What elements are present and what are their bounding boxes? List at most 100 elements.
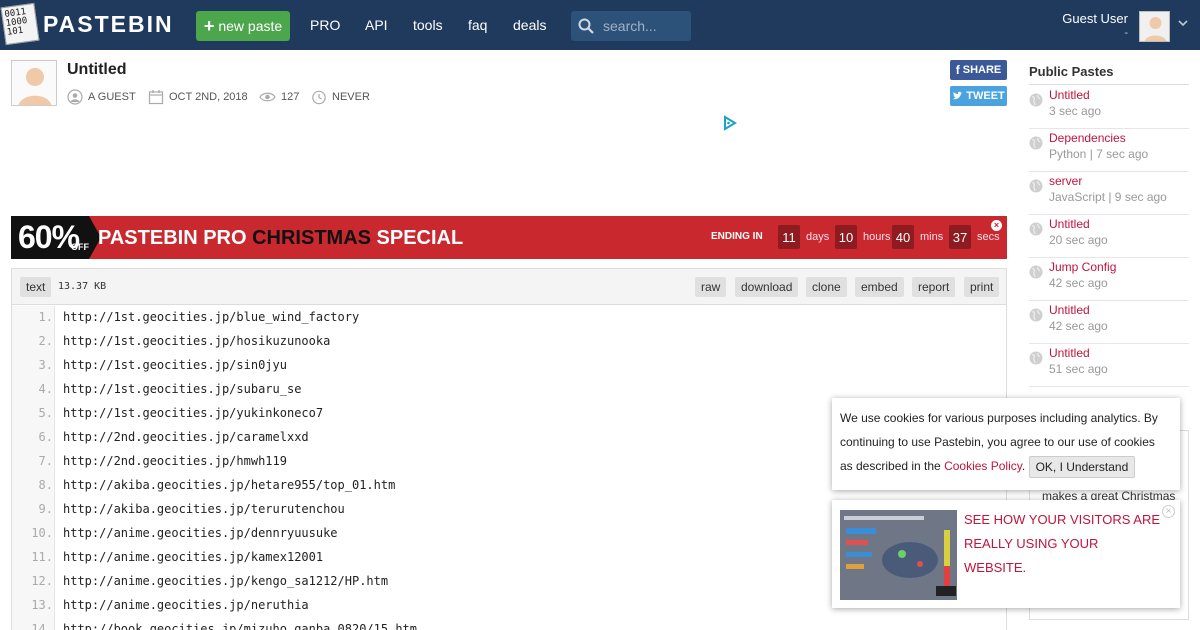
share-label: SHARE <box>962 64 1002 76</box>
public-paste-item[interactable]: Dependencies Python | 7 sec ago <box>1029 129 1189 172</box>
tweet-button[interactable]: TWEET <box>950 86 1007 106</box>
line-number: 2. <box>38 334 53 348</box>
embed-button[interactable]: embed <box>855 277 904 297</box>
public-paste-title[interactable]: Jump Config <box>1049 260 1116 274</box>
close-icon[interactable]: × <box>1162 505 1175 518</box>
clock-icon <box>312 90 326 105</box>
countdown-mins-value: 40 <box>892 225 914 249</box>
public-paste-title[interactable]: Untitled <box>1049 303 1090 317</box>
user-subtitle: - <box>1124 27 1128 39</box>
globe-icon <box>1029 179 1043 193</box>
download-button[interactable]: download <box>735 277 799 297</box>
pastebin-logo-icon[interactable]: 0011 1000 101 <box>0 2 40 46</box>
eye-icon <box>259 92 276 102</box>
countdown-mins-unit: mins <box>920 231 944 243</box>
public-paste-item[interactable]: Untitled 51 sec ago <box>1029 344 1189 387</box>
ad-popup[interactable]: SEE HOW YOUR VISITORS ARE REALLY USING Y… <box>832 500 1180 608</box>
paste-author-avatar <box>11 60 57 106</box>
line-content: http://anime.geocities.jp/dennryuusuke <box>63 526 338 540</box>
public-paste-meta: JavaScript | 9 sec ago <box>1049 190 1167 204</box>
ending-in-label: ENDING IN <box>711 231 763 242</box>
new-paste-label: new paste <box>218 18 283 34</box>
public-paste-meta: 20 sec ago <box>1049 233 1108 247</box>
paste-date-meta: OCT 2ND, 2018 <box>148 88 248 106</box>
print-button[interactable]: print <box>964 277 1000 297</box>
line-number: 3. <box>38 358 53 372</box>
chevron-down-icon[interactable] <box>1177 17 1189 29</box>
paste-expiry: NEVER <box>332 91 370 103</box>
logo-bits-row-3: 101 <box>6 25 24 38</box>
facebook-share-button[interactable]: f SHARE <box>950 60 1007 80</box>
twitter-icon <box>953 91 963 100</box>
line-number: 5. <box>38 406 53 420</box>
line-content: http://anime.geocities.jp/kengo_sa1212/H… <box>63 574 389 588</box>
line-content: http://1st.geocities.jp/subaru_se <box>63 382 302 396</box>
ad-headline[interactable]: SEE HOW YOUR VISITORS ARE REALLY USING Y… <box>964 508 1164 580</box>
public-paste-item[interactable]: Untitled 3 sec ago <box>1029 86 1189 129</box>
public-paste-title[interactable]: Untitled <box>1049 346 1090 360</box>
line-content: http://1st.geocities.jp/sin0jyu <box>63 358 287 372</box>
new-paste-button[interactable]: + new paste <box>196 11 290 41</box>
adchoices-icon[interactable] <box>722 115 738 131</box>
search-box <box>571 11 691 41</box>
syntax-badge[interactable]: text <box>20 277 52 297</box>
public-paste-item[interactable]: Untitled 42 sec ago <box>1029 301 1189 344</box>
cookie-accept-button[interactable]: OK, I Understand <box>1028 455 1136 478</box>
countdown-secs-unit: secs <box>977 231 1000 243</box>
globe-icon <box>1029 93 1043 107</box>
paste-title: Untitled <box>67 61 127 78</box>
public-paste-meta: 51 sec ago <box>1049 362 1108 376</box>
line-number: 6. <box>38 430 53 444</box>
globe-icon <box>1029 265 1043 279</box>
cookie-consent-popup: We use cookies for various purposes incl… <box>832 398 1180 490</box>
paste-author-meta: A GUEST <box>67 88 136 106</box>
public-paste-item[interactable]: server JavaScript | 9 sec ago <box>1029 172 1189 215</box>
paste-author[interactable]: A GUEST <box>88 91 136 103</box>
line-number: 10. <box>31 526 53 540</box>
line-content: http://akiba.geocities.jp/terurutenchou <box>63 502 345 516</box>
public-paste-item[interactable]: Jump Config 42 sec ago <box>1029 258 1189 301</box>
close-icon[interactable]: × <box>991 220 1002 231</box>
paste-size: 13.37 KB <box>58 281 107 292</box>
user-avatar[interactable] <box>1139 11 1170 42</box>
code-line: 2. http://1st.geocities.jp/hosikuzunooka <box>12 329 1006 353</box>
nav-link-deals[interactable]: deals <box>513 17 546 33</box>
pro-christmas-promo-banner[interactable]: 60% OFF PASTEBIN PRO CHRISTMAS SPECIAL E… <box>11 216 1007 259</box>
code-line: 1. http://1st.geocities.jp/blue_wind_fact… <box>12 305 1006 329</box>
line-content: http://anime.geocities.jp/kamex12001 <box>63 550 324 564</box>
public-paste-title[interactable]: Untitled <box>1049 88 1090 102</box>
promo-text-part-1: PASTEBIN PRO <box>98 227 253 249</box>
public-paste-meta: 42 sec ago <box>1049 276 1108 290</box>
globe-icon <box>1029 308 1043 322</box>
nav-link-tools[interactable]: tools <box>413 17 443 33</box>
promo-text-highlight: CHRISTMAS <box>252 227 371 249</box>
logo-wordmark[interactable]: PASTEBIN <box>43 11 174 38</box>
public-paste-title[interactable]: server <box>1049 174 1082 188</box>
report-button[interactable]: report <box>912 277 956 297</box>
line-number: 8. <box>38 478 53 492</box>
nav-link-api[interactable]: API <box>365 17 388 33</box>
clone-button[interactable]: clone <box>806 277 847 297</box>
countdown-days-unit: days <box>806 231 830 243</box>
countdown-secs-value: 37 <box>949 225 971 249</box>
line-content: http://1st.geocities.jp/hosikuzunooka <box>63 334 331 348</box>
line-number: 9. <box>38 502 53 516</box>
paste-date: OCT 2ND, 2018 <box>169 91 248 103</box>
line-number: 12. <box>31 574 53 588</box>
countdown-days-value: 11 <box>778 225 800 249</box>
search-icon[interactable] <box>578 18 594 34</box>
search-input[interactable] <box>603 17 687 35</box>
public-paste-title[interactable]: Untitled <box>1049 217 1090 231</box>
public-paste-meta: 42 sec ago <box>1049 319 1108 333</box>
public-paste-item[interactable]: Untitled 20 sec ago <box>1029 215 1189 258</box>
nav-link-faq[interactable]: faq <box>468 17 487 33</box>
line-content: http://book.geocities.jp/mizuho_ganba_08… <box>63 622 418 630</box>
countdown-hours-unit: hours <box>863 231 891 243</box>
plus-icon: + <box>203 16 215 36</box>
raw-button[interactable]: raw <box>695 277 727 297</box>
public-paste-title[interactable]: Dependencies <box>1049 131 1126 145</box>
user-name[interactable]: Guest User <box>1062 11 1128 26</box>
ad-thumbnail-image[interactable] <box>840 510 957 600</box>
cookies-policy-link[interactable]: Cookies Policy <box>944 459 1022 473</box>
nav-link-pro[interactable]: PRO <box>310 17 340 33</box>
